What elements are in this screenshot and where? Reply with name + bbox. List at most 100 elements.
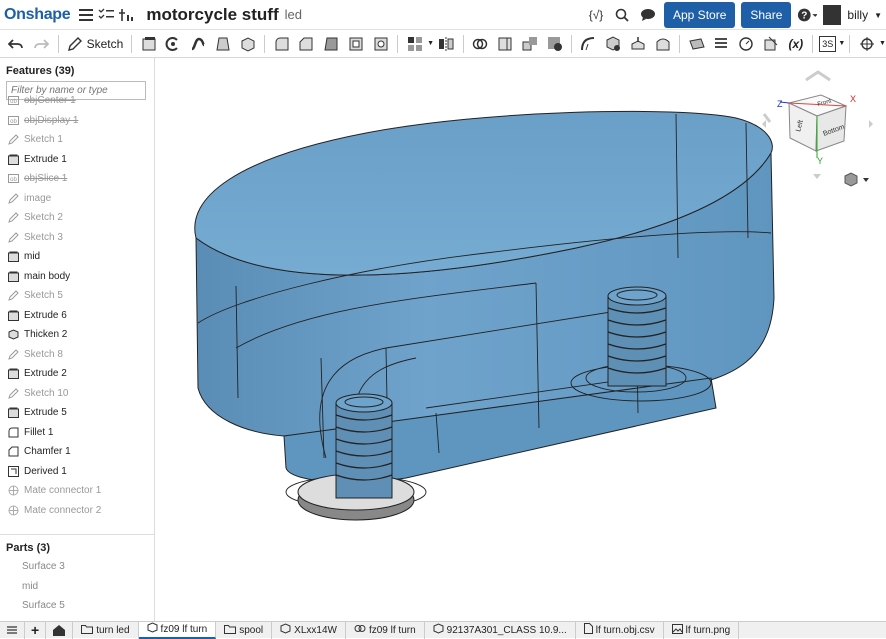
render-icon[interactable]: 3S [819, 36, 836, 52]
part-item[interactable]: mid [0, 577, 154, 597]
feature-item[interactable]: image [0, 189, 154, 209]
feature-item[interactable]: Sketch 10 [0, 384, 154, 404]
menu-icon[interactable] [76, 5, 96, 25]
revolve-icon[interactable] [163, 33, 184, 55]
feature-item[interactable]: Extrude 6 [0, 306, 154, 326]
bolt-right[interactable] [608, 287, 666, 386]
document-tab[interactable]: fz09 lf turn [346, 622, 425, 639]
feature-item[interactable]: Extrude 2 [0, 364, 154, 384]
delete-face-icon[interactable] [603, 33, 624, 55]
feature-item[interactable]: main body [0, 267, 154, 287]
move-face-icon[interactable] [628, 33, 649, 55]
model-canvas[interactable]: Front Left Bottom X Y Z [156, 58, 886, 621]
graphics-viewport[interactable]: Front Left Bottom X Y Z [156, 58, 886, 621]
pattern-icon[interactable] [404, 33, 425, 55]
document-tab[interactable]: lf turn.png [664, 622, 739, 639]
chevron-down-icon[interactable]: ▼ [874, 11, 882, 20]
feature-item[interactable]: Sketch 5 [0, 286, 154, 306]
document-tab[interactable]: XLxx14W [272, 622, 346, 639]
feature-item[interactable]: Sketch 2 [0, 208, 154, 228]
chevron-down-icon[interactable]: ▼ [427, 40, 434, 47]
view-options-icon[interactable] [845, 173, 869, 186]
onshape-logo[interactable]: Onshape [4, 6, 70, 24]
sketch-button[interactable]: Sketch [63, 36, 128, 52]
tab-manager-icon[interactable] [0, 622, 25, 639]
rotate-right-icon[interactable] [869, 120, 873, 128]
insert-icon[interactable] [116, 5, 136, 25]
section-view-icon[interactable] [761, 33, 782, 55]
undo-icon[interactable] [6, 33, 27, 55]
document-tab[interactable]: spool [216, 622, 272, 639]
redo-icon[interactable] [31, 33, 52, 55]
feature-item[interactable]: Sketch 3 [0, 228, 154, 248]
modify-fillet-icon[interactable] [578, 33, 599, 55]
obj-icon: ob [7, 114, 19, 126]
sweep-icon[interactable] [188, 33, 209, 55]
feature-item[interactable]: Derived 1 [0, 462, 154, 482]
plane-icon[interactable] [686, 33, 707, 55]
feature-list-icon[interactable] [96, 5, 116, 25]
share-button[interactable]: Share [741, 2, 791, 28]
parts-header[interactable]: Parts (3) [0, 535, 154, 557]
pencil-icon [67, 36, 83, 52]
mirror-icon[interactable] [436, 33, 457, 55]
chevron-down-icon[interactable]: ▼ [879, 40, 886, 47]
feature-item[interactable]: obobjDisplay 1 [0, 111, 154, 131]
features-header[interactable]: Features (39) [0, 58, 154, 80]
document-tab[interactable]: fz09 lf turn [139, 622, 217, 639]
workspace-name[interactable]: led [285, 7, 302, 22]
document-title[interactable]: motorcycle stuff [146, 5, 278, 25]
feature-item[interactable]: obobjSlice 1 [0, 169, 154, 189]
hole-icon[interactable] [370, 33, 391, 55]
feature-label: Sketch 1 [24, 134, 63, 145]
app-store-button[interactable]: App Store [664, 2, 735, 28]
rotate-down-icon[interactable] [813, 174, 821, 179]
home-icon[interactable] [46, 622, 73, 639]
variable-icon[interactable]: (x) [785, 33, 806, 55]
feature-item[interactable]: Thicken 2 [0, 325, 154, 345]
loft-icon[interactable] [213, 33, 234, 55]
document-tab[interactable]: turn led [73, 622, 138, 639]
feature-item[interactable]: Extrude 5 [0, 403, 154, 423]
transform-icon[interactable] [519, 33, 540, 55]
helix-icon[interactable] [711, 33, 732, 55]
measure-icon[interactable] [736, 33, 757, 55]
feature-item[interactable]: Mate connector 2 [0, 501, 154, 521]
feature-item[interactable]: Transform 1 [0, 520, 154, 524]
rotate-left-icon[interactable] [762, 120, 766, 128]
feature-item[interactable]: mid [0, 247, 154, 267]
feature-item[interactable]: Chamfer 1 [0, 442, 154, 462]
feature-label: Thicken 2 [24, 329, 67, 340]
part-item[interactable]: Surface 3 [0, 557, 154, 577]
feature-item[interactable]: Fillet 1 [0, 423, 154, 443]
boolean-icon[interactable] [470, 33, 491, 55]
document-tab[interactable]: lf turn.obj.csv [576, 622, 664, 639]
chamfer-icon[interactable] [296, 33, 317, 55]
tab-list: turn ledfz09 lf turnspoolXLxx14Wfz09 lf … [73, 622, 739, 639]
draft-icon[interactable] [321, 33, 342, 55]
replace-face-icon[interactable] [652, 33, 673, 55]
search-icon[interactable] [612, 5, 632, 25]
extrude-icon[interactable] [138, 33, 159, 55]
code-icon[interactable]: {√} [586, 5, 606, 25]
part-item[interactable]: Surface 5 [0, 596, 154, 616]
view-cube[interactable]: Front Left Bottom X Y Z [762, 72, 873, 179]
fillet-icon[interactable] [271, 33, 292, 55]
chevron-down-icon[interactable]: ▼ [838, 40, 845, 47]
comment-icon[interactable] [638, 5, 658, 25]
avatar[interactable] [823, 5, 841, 25]
split-icon[interactable] [495, 33, 516, 55]
user-name[interactable]: billy [847, 8, 868, 22]
delete-part-icon[interactable] [544, 33, 565, 55]
mate-connector-icon[interactable] [856, 33, 877, 55]
feature-item[interactable]: Extrude 1 [0, 150, 154, 170]
document-tab[interactable]: 92137A301_CLASS 10.9... [425, 622, 576, 639]
help-icon[interactable]: ? [797, 5, 817, 25]
feature-item[interactable]: Sketch 1 [0, 130, 154, 150]
feature-item[interactable]: Sketch 8 [0, 345, 154, 365]
add-tab-icon[interactable]: + [25, 622, 46, 639]
feature-item[interactable]: obobjCenter 1 [0, 91, 154, 111]
shell-icon[interactable] [346, 33, 367, 55]
thicken-icon[interactable] [237, 33, 258, 55]
feature-item[interactable]: Mate connector 1 [0, 481, 154, 501]
